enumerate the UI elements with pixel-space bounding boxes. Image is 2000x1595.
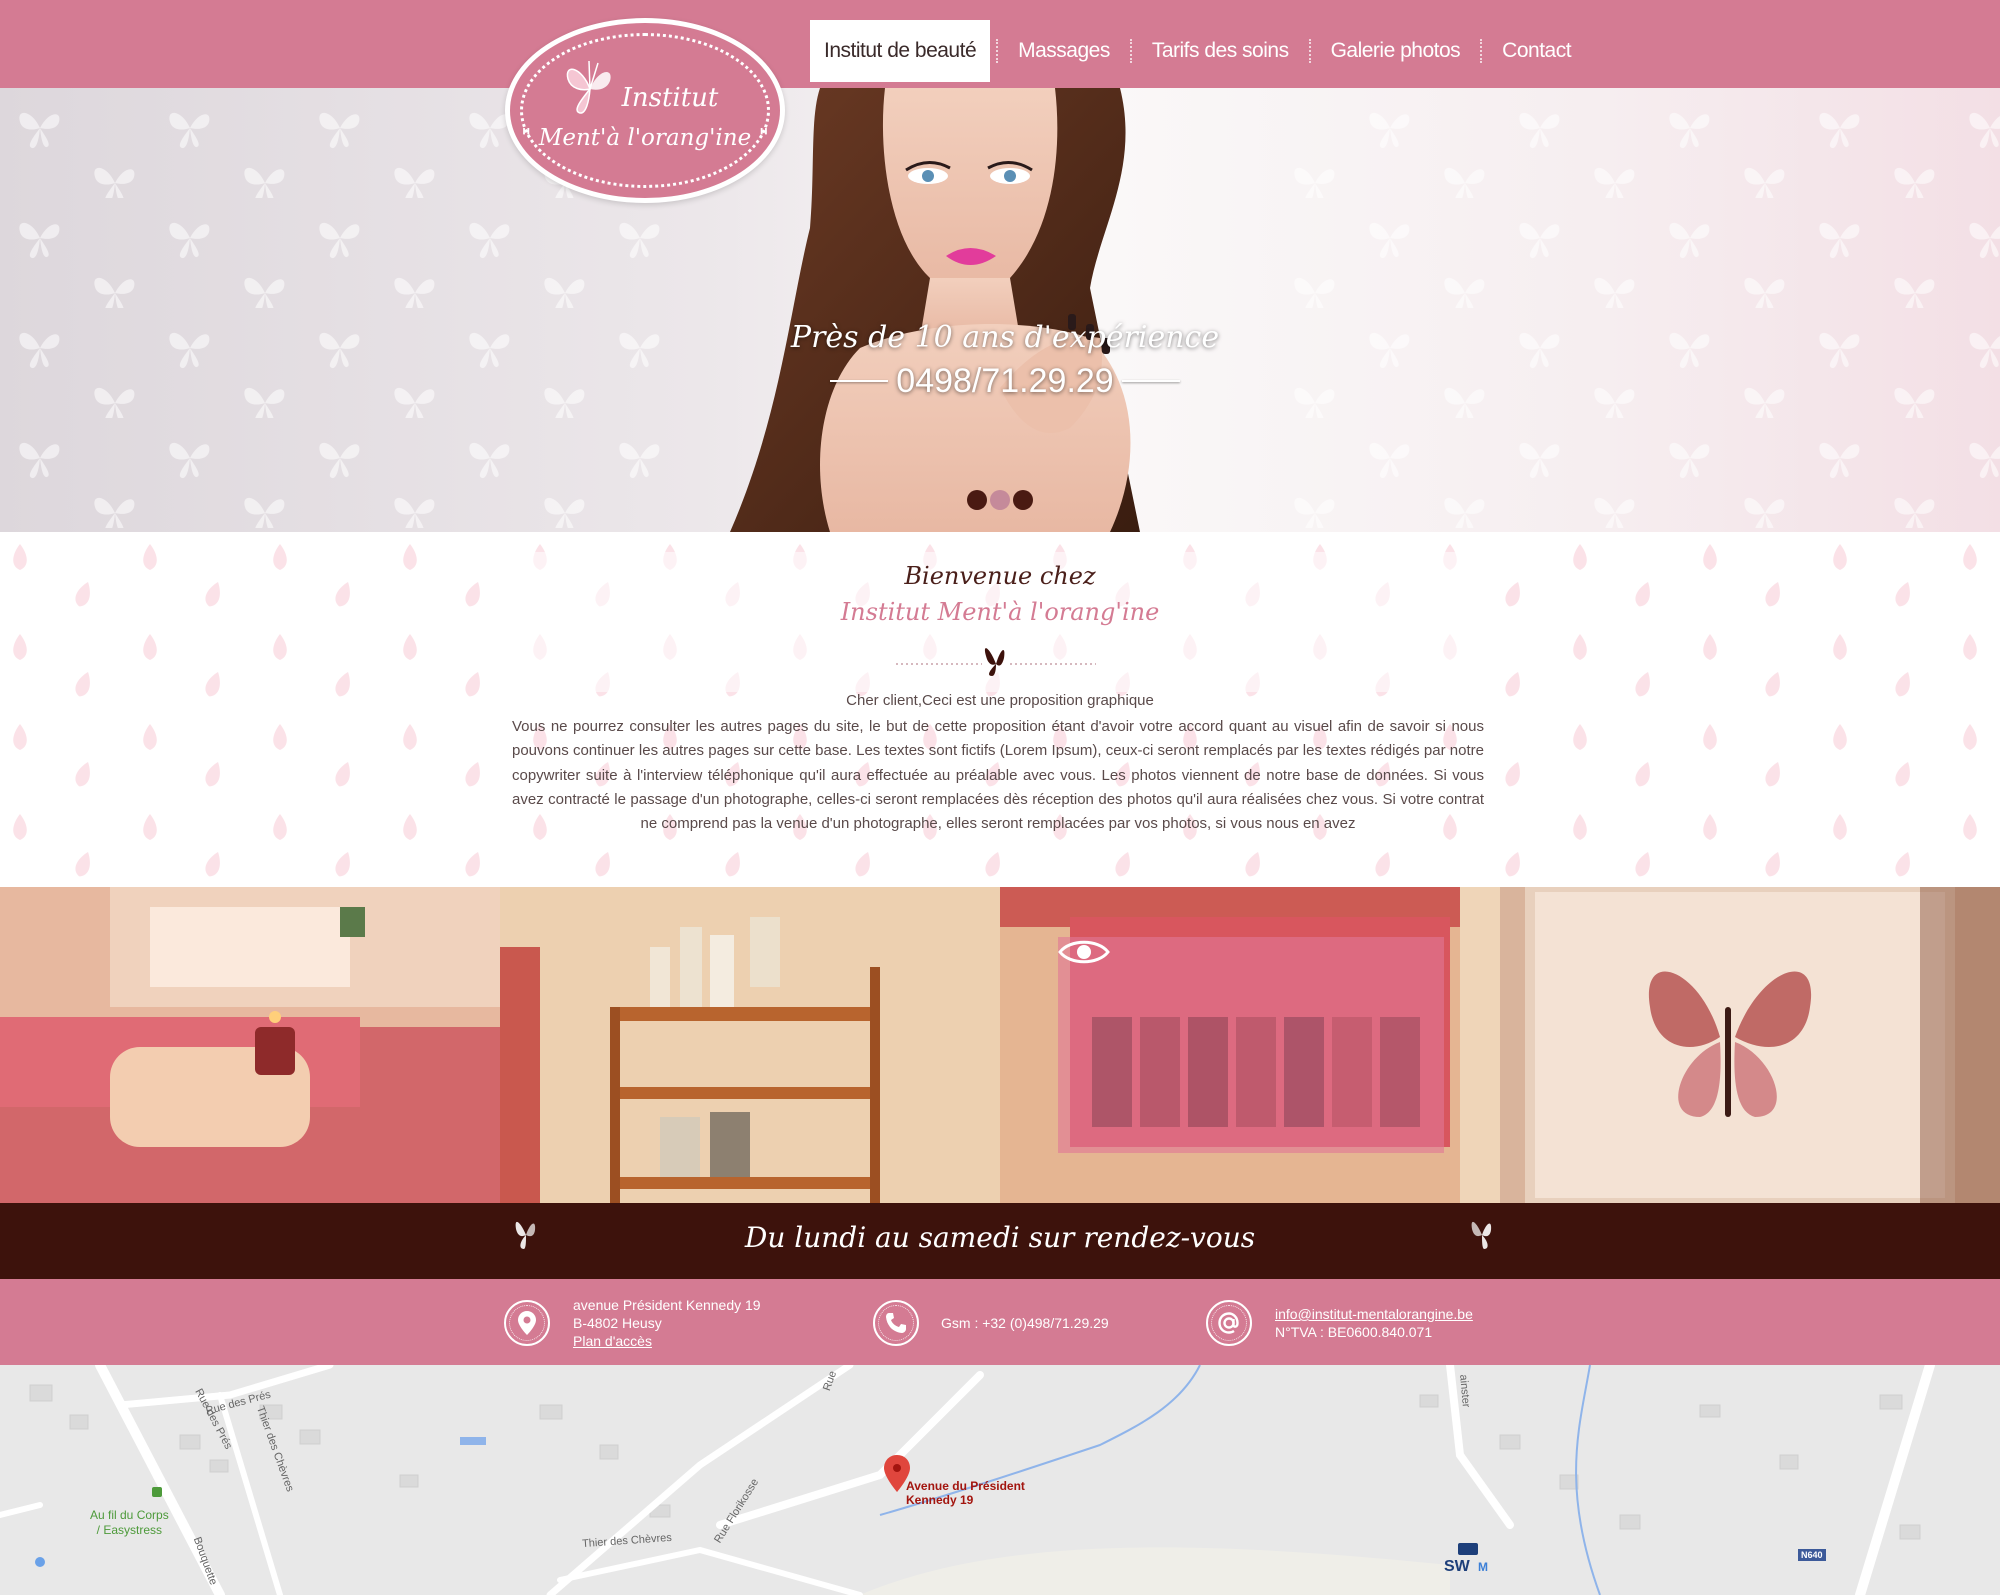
nav-item-institut[interactable]: Institut de beauté bbox=[810, 20, 991, 82]
hero-title: Près de 10 ans d'expérience bbox=[790, 320, 1220, 355]
map-link[interactable]: Plan d'accès bbox=[573, 1332, 761, 1350]
at-sign-glyph bbox=[1218, 1312, 1239, 1334]
address-line-1: avenue Président Kennedy 19 bbox=[573, 1297, 761, 1313]
hero-phone-block: 0498/71.29.29 bbox=[830, 358, 1180, 404]
google-map[interactable]: Rue des Prés Rue des Prés Thier des Chèv… bbox=[0, 1365, 2000, 1595]
at-sign-icon bbox=[1206, 1300, 1252, 1346]
poi-line-2: / Easystress bbox=[96, 1523, 163, 1537]
eye-icon bbox=[1058, 940, 1110, 964]
gallery-item-nail-polish[interactable] bbox=[1000, 887, 1500, 1203]
hero-slider: Près de 10 ans d'expérience 0498/71.29.2… bbox=[0, 88, 2000, 532]
slider-dot-3[interactable] bbox=[1013, 490, 1033, 510]
nav-item-contact[interactable]: Contact bbox=[1488, 20, 1585, 82]
nav-separator bbox=[996, 39, 999, 63]
massage-table-photo bbox=[0, 887, 500, 1203]
site-logo[interactable]: Institut " Ment'à l'orang'ine " bbox=[505, 18, 785, 203]
poi-line-1: Au fil du Corps bbox=[90, 1508, 169, 1522]
phone-rule-left bbox=[830, 380, 889, 382]
nav-item-tarifs[interactable]: Tarifs des soins bbox=[1138, 20, 1303, 82]
phone-glyph bbox=[886, 1313, 906, 1333]
logo-title: Institut bbox=[621, 83, 719, 113]
location-pin-icon bbox=[504, 1300, 550, 1346]
map-pin-label: Avenue du Président Kennedy 19 bbox=[906, 1479, 1025, 1507]
welcome-section: Bienvenue chez Institut Ment'à l'orang'i… bbox=[0, 532, 2000, 887]
gallery-item-massage-table[interactable] bbox=[0, 887, 500, 1203]
welcome-title: Bienvenue chez bbox=[904, 562, 1096, 590]
phone-icon bbox=[873, 1300, 919, 1346]
slider-dot-1[interactable] bbox=[967, 490, 987, 510]
location-pin-glyph bbox=[518, 1311, 536, 1335]
email-block: info@institut-mentalorangine.be N°TVA : … bbox=[1275, 1305, 1473, 1341]
welcome-lead: Cher client,Ceci est une proposition gra… bbox=[846, 692, 1154, 709]
svg-text:M: M bbox=[1478, 1560, 1488, 1574]
email-link[interactable]: info@institut-mentalorangine.be bbox=[1275, 1305, 1473, 1323]
contact-bar: avenue Président Kennedy 19 B-4802 Heusy… bbox=[0, 1279, 2000, 1365]
nav-item-galerie[interactable]: Galerie photos bbox=[1317, 20, 1475, 82]
slider-dots bbox=[967, 490, 1033, 510]
pin-label-line-2: Kennedy 19 bbox=[906, 1493, 974, 1507]
welcome-body: Vous ne pourrez consulter les autres pag… bbox=[512, 718, 1484, 833]
logo-subtitle: " Ment'à l'orang'ine " bbox=[520, 125, 770, 151]
opening-hours-text: Du lundi au samedi sur rendez-vous bbox=[744, 1221, 1256, 1254]
photo-gallery bbox=[0, 887, 2000, 1203]
address-block: avenue Président Kennedy 19 B-4802 Heusy… bbox=[573, 1296, 761, 1350]
svg-text:SW: SW bbox=[1444, 1558, 1471, 1575]
butterfly-divider-icon bbox=[896, 648, 1096, 676]
gallery-hover-overlay[interactable] bbox=[1058, 937, 1444, 1153]
welcome-subtitle: Institut Ment'à l'orang'ine bbox=[840, 598, 1160, 626]
address-line-2: B-4802 Heusy bbox=[573, 1315, 662, 1331]
butterfly-icon bbox=[1471, 1221, 1492, 1249]
nav-separator bbox=[1129, 39, 1132, 63]
swm-logo-icon: SW M bbox=[1444, 1543, 1488, 1575]
road-badge: N640 bbox=[1798, 1549, 1826, 1561]
nav-separator bbox=[1480, 39, 1483, 63]
nav-item-massages[interactable]: Massages bbox=[1004, 20, 1124, 82]
gallery-item-butterfly-frame[interactable] bbox=[1500, 887, 2000, 1203]
swm-logo[interactable]: SW M bbox=[1440, 1541, 1496, 1581]
phone-rule-right bbox=[1121, 380, 1180, 382]
phone-text[interactable]: Gsm : +32 (0)498/71.29.29 bbox=[941, 1314, 1109, 1332]
shelf-products-photo bbox=[500, 887, 1000, 1203]
opening-hours-band: Du lundi au samedi sur rendez-vous bbox=[0, 1203, 2000, 1279]
vat-number: N°TVA : BE0600.840.071 bbox=[1275, 1324, 1433, 1340]
gallery-item-shelf[interactable] bbox=[500, 887, 1000, 1203]
pin-label-line-1: Avenue du Président bbox=[906, 1479, 1025, 1493]
nav-separator bbox=[1308, 39, 1311, 63]
map-poi-label[interactable]: Au fil du Corps / Easystress bbox=[90, 1508, 169, 1538]
main-nav: Institut de beauté Massages Tarifs des s… bbox=[810, 20, 1585, 82]
butterfly-frame-photo bbox=[1500, 887, 2000, 1203]
slider-dot-2[interactable] bbox=[990, 490, 1010, 510]
hero-phone[interactable]: 0498/71.29.29 bbox=[888, 362, 1121, 401]
